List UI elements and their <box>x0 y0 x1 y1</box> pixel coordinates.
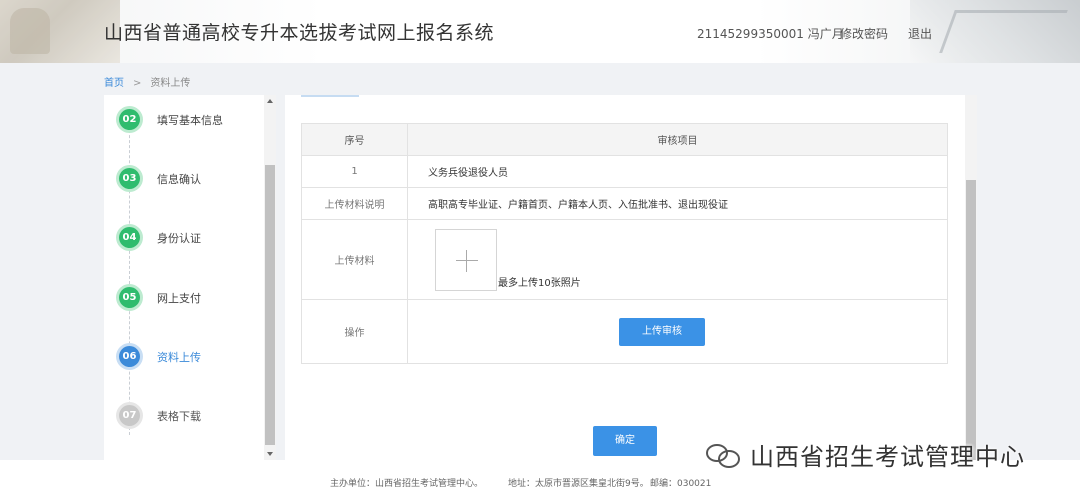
step-label: 表格下载 <box>157 410 201 423</box>
step-number-badge: 05 <box>119 287 140 308</box>
scroll-up-arrow-icon[interactable] <box>267 99 273 103</box>
add-photo-button[interactable] <box>435 229 497 291</box>
step-sidebar: 02 填写基本信息 03 信息确认 04 身份认证 05 网上支付 06 资料上… <box>104 95 276 460</box>
breadcrumb-current: 资料上传 <box>150 78 191 89</box>
step-number-badge: 04 <box>119 227 140 248</box>
step-label: 网上支付 <box>157 292 201 305</box>
plus-icon <box>466 250 467 272</box>
step-online-payment[interactable]: 05 网上支付 <box>104 277 264 317</box>
desc-label-cell: 上传材料说明 <box>301 187 408 220</box>
step-label: 资料上传 <box>157 351 201 364</box>
column-header-item: 审核项目 <box>407 123 948 156</box>
wechat-watermark: 山西省招生考试管理中心 <box>704 437 1025 472</box>
step-number-badge: 02 <box>119 109 140 130</box>
step-label: 信息确认 <box>157 173 201 186</box>
upload-label-cell: 上传材料 <box>301 219 408 300</box>
table-row: 1 义务兵役退役人员 <box>301 155 948 188</box>
plus-icon <box>456 260 478 261</box>
footer-address: 地址：太原市晋源区集皇北街9号。 <box>508 479 649 489</box>
main-panel: 序号 审核项目 1 义务兵役退役人员 上传材料说明 高职高专毕业证、户籍首页、户… <box>285 95 965 460</box>
step-material-upload[interactable]: 06 资料上传 <box>104 336 264 376</box>
upload-hint: 最多上传10张照片 <box>498 278 581 289</box>
row-item-cell: 义务兵役退役人员 <box>407 155 948 188</box>
step-number-badge: 07 <box>119 405 140 426</box>
logout-link[interactable]: 退出 <box>908 25 932 42</box>
sidebar-scrollbar[interactable] <box>264 95 276 460</box>
tab-indicator <box>301 95 359 97</box>
user-info: 21145299350001 冯广月 <box>697 27 844 41</box>
table-header-row: 序号 审核项目 <box>301 123 948 156</box>
sidebar-scroll-thumb[interactable] <box>265 165 275 445</box>
footer-host: 主办单位：山西省招生考试管理中心。 <box>330 479 484 489</box>
header-bar: 山西省普通高校专升本选拔考试网上报名系统 21145299350001 冯广月 … <box>0 0 1080 63</box>
main-scrollbar[interactable] <box>965 95 977 460</box>
step-number-badge: 03 <box>119 168 140 189</box>
column-header-index: 序号 <box>301 123 408 156</box>
breadcrumb-home[interactable]: 首页 <box>104 78 124 89</box>
header-decoration-left <box>0 0 120 63</box>
wechat-icon <box>704 440 744 470</box>
watermark-text: 山西省招生考试管理中心 <box>750 443 1025 471</box>
site-title: 山西省普通高校专升本选拔考试网上报名系统 <box>104 22 495 44</box>
main-scroll-thumb[interactable] <box>966 180 976 460</box>
row-index-cell: 1 <box>301 155 408 188</box>
step-identity-auth[interactable]: 04 身份认证 <box>104 217 264 257</box>
change-password-link[interactable]: 修改密码 <box>840 25 888 42</box>
submit-review-button[interactable]: 上传审核 <box>619 318 705 346</box>
confirm-button[interactable]: 确定 <box>593 426 657 456</box>
step-basic-info[interactable]: 02 填写基本信息 <box>104 99 264 139</box>
step-form-download[interactable]: 07 表格下载 <box>104 395 264 435</box>
scroll-down-arrow-icon[interactable] <box>267 452 273 456</box>
breadcrumb: 首页 > 资料上传 <box>104 74 190 89</box>
desc-value-cell: 高职高专毕业证、户籍首页、户籍本人页、入伍批准书、退出现役证 <box>407 187 948 220</box>
table-row: 上传材料 <box>301 219 948 300</box>
header-decoration-right <box>910 0 1080 63</box>
breadcrumb-separator: > <box>133 78 142 89</box>
table-row: 上传材料说明 高职高专毕业证、户籍首页、户籍本人页、入伍批准书、退出现役证 <box>301 187 948 220</box>
step-info-confirm[interactable]: 03 信息确认 <box>104 158 264 198</box>
step-label: 身份认证 <box>157 232 201 245</box>
step-number-badge: 06 <box>119 346 140 367</box>
footer-postcode: 邮编：030021 <box>650 479 712 489</box>
operation-label-cell: 操作 <box>301 299 408 364</box>
step-label: 填写基本信息 <box>157 114 223 127</box>
